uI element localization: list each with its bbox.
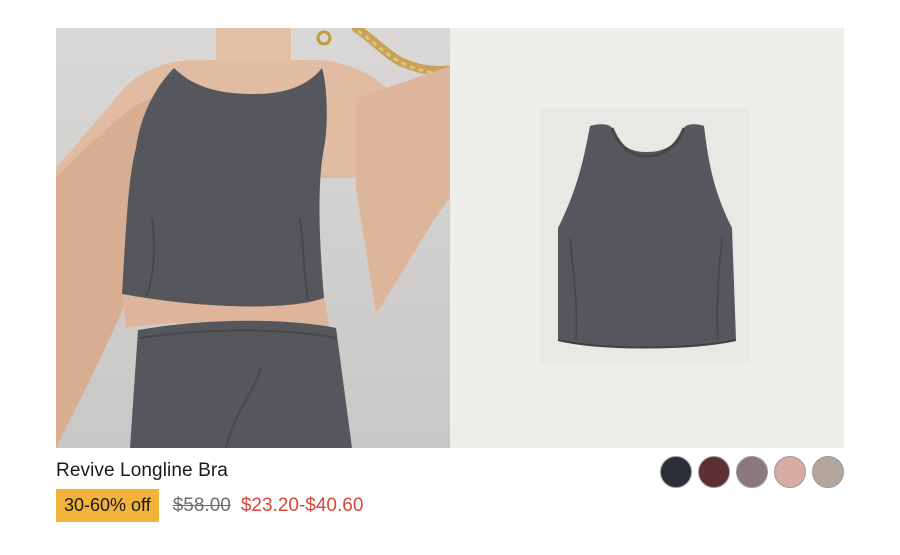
swatch-mauve[interactable]: [736, 456, 768, 488]
discount-badge: 30-60% off: [56, 489, 159, 522]
price-row: 30-60% off $58.00 $23.20-$40.60: [56, 489, 363, 522]
product-info: Revive Longline Bra 30-60% off $58.00 $2…: [56, 456, 844, 546]
model-photo[interactable]: [56, 28, 450, 448]
product-gallery[interactable]: [56, 28, 844, 448]
product-title[interactable]: Revive Longline Bra: [56, 460, 228, 482]
swatch-burgundy[interactable]: [698, 456, 730, 488]
original-price: $58.00: [172, 494, 231, 516]
sale-price: $23.20-$40.60: [240, 494, 364, 516]
color-swatches: [660, 456, 844, 488]
bra-flatlay-illustration: [540, 108, 750, 363]
swatch-navy[interactable]: [660, 456, 692, 488]
swatch-blush[interactable]: [774, 456, 806, 488]
flatlay-photo[interactable]: [450, 28, 844, 448]
product-card[interactable]: Revive Longline Bra 30-60% off $58.00 $2…: [56, 28, 844, 548]
model-illustration: [56, 28, 450, 448]
swatch-taupe[interactable]: [812, 456, 844, 488]
